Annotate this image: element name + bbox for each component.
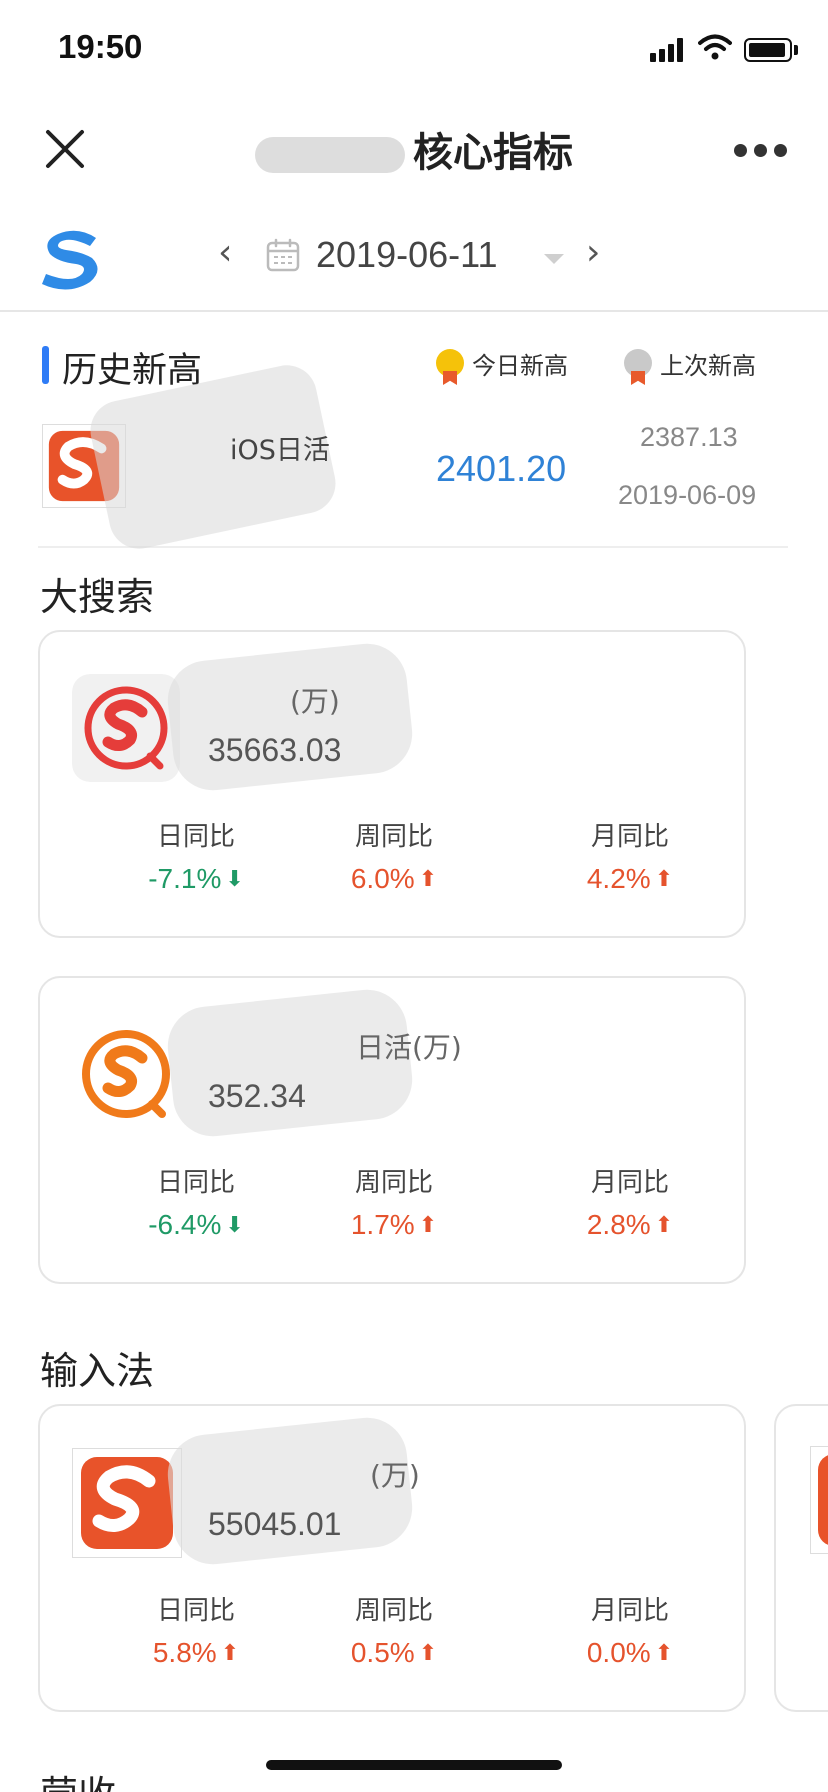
stat-label: 日同比 — [156, 1596, 235, 1626]
previous-date-button[interactable]: ‹ — [218, 232, 232, 273]
section-title-revenue: 营收 — [40, 1764, 116, 1792]
page-title-text: 核心指标 — [413, 130, 573, 176]
stat-label: 周同比 — [354, 1168, 433, 1198]
stat-label: 周同比 — [354, 1596, 433, 1626]
stat-value: 5.8% — [152, 1637, 217, 1668]
stat-value: 6.0% — [350, 863, 415, 894]
stat-label: 日同比 — [156, 822, 235, 852]
stat-month: 月同比 4.2% ⬆ — [530, 816, 730, 895]
arrow-down-icon: ⬇ — [225, 1212, 244, 1237]
stat-day: 日同比 5.8% ⬆ — [96, 1590, 296, 1669]
stat-value: -7.1% — [148, 863, 222, 894]
more-icon[interactable] — [734, 140, 788, 160]
stat-month: 月同比 0.0% ⬆ — [530, 1590, 730, 1669]
history-high-section: 历史新高 今日新高 上次新高 iOS日活 2401.20 2387.13 201… — [38, 312, 788, 555]
section-title-search: 大搜索 — [40, 575, 155, 619]
status-bar: 19:50 — [0, 0, 828, 100]
arrow-down-icon: ⬇ — [225, 866, 244, 891]
stat-label: 月同比 — [590, 822, 669, 852]
stat-week: 周同比 0.5% ⬆ — [294, 1590, 494, 1669]
sogou-input-app-icon — [72, 1448, 182, 1558]
silver-medal-icon — [624, 349, 654, 385]
sogou-browser-app-icon — [82, 1030, 170, 1118]
battery-icon — [744, 38, 792, 62]
gold-medal-icon — [436, 349, 466, 385]
arrow-up-icon: ⬆ — [418, 866, 438, 891]
sogou-input-app-icon — [810, 1446, 828, 1554]
arrow-up-icon: ⬆ — [418, 1640, 438, 1665]
history-high-title: 历史新高 — [62, 351, 203, 391]
stat-week: 周同比 6.0% ⬆ — [294, 816, 494, 895]
stat-value: 4.2% — [586, 863, 651, 894]
stat-day: 日同比 -7.1% ⬇ — [96, 816, 296, 895]
metric-value: 55045.01 — [208, 1506, 342, 1542]
sogou-logo-icon — [42, 230, 98, 290]
stat-label: 月同比 — [590, 1168, 669, 1198]
stat-value: 1.7% — [350, 1209, 415, 1240]
history-metric-name: iOS日活 — [230, 435, 330, 466]
date-picker[interactable]: 2019-06-11 — [316, 234, 497, 276]
stat-label: 日同比 — [156, 1168, 235, 1198]
page-title: 核心指标 — [0, 120, 828, 178]
arrow-up-icon: ⬆ — [654, 1212, 674, 1237]
arrow-up-icon: ⬆ — [654, 866, 674, 891]
legend-last: 上次新高 — [624, 346, 756, 385]
metric-card-peek[interactable] — [774, 1404, 828, 1712]
metric-label: 日活(万) — [356, 1031, 462, 1064]
date-bar: ‹ 2019-06-11 › — [0, 212, 828, 312]
stat-label: 周同比 — [354, 822, 433, 852]
arrow-up-icon: ⬆ — [220, 1640, 240, 1665]
stat-month: 月同比 2.8% ⬆ — [530, 1162, 730, 1241]
stat-week: 周同比 1.7% ⬆ — [294, 1162, 494, 1241]
metric-label: (万) — [290, 685, 340, 718]
section-title-input: 输入法 — [40, 1349, 155, 1393]
stat-value: 2.8% — [586, 1209, 651, 1240]
stat-day: 日同比 -6.4% ⬇ — [96, 1162, 296, 1241]
section-accent-bar — [42, 346, 49, 384]
calendar-icon — [266, 238, 300, 272]
stat-value: -6.4% — [148, 1209, 222, 1240]
metric-label: (万) — [370, 1459, 420, 1492]
status-time: 19:50 — [58, 28, 143, 65]
legend-last-label: 上次新高 — [660, 352, 756, 380]
legend-today-label: 今日新高 — [472, 352, 568, 380]
metric-card-search-dau[interactable]: 日活(万) 352.34 日同比 -6.4% ⬇ 周同比 1.7% ⬆ 月同比 2.… — [38, 976, 746, 1284]
history-last-value: 2387.13 — [640, 422, 738, 452]
metric-value: 352.34 — [208, 1078, 306, 1114]
sogou-search-app-icon — [72, 674, 180, 782]
history-last-date: 2019-06-09 — [618, 480, 757, 510]
chevron-down-icon[interactable] — [544, 254, 564, 264]
metric-card-input-total[interactable]: (万) 55045.01 日同比 5.8% ⬆ 周同比 0.5% ⬆ 月同比 0.0… — [38, 1404, 746, 1712]
battery-cap — [794, 45, 798, 55]
cellular-signal-icon — [650, 36, 688, 62]
arrow-up-icon: ⬆ — [418, 1212, 438, 1237]
arrow-up-icon: ⬆ — [654, 1640, 674, 1665]
stat-value: 0.0% — [586, 1637, 651, 1668]
nav-bar: 核心指标 — [0, 100, 828, 212]
redacted-blur — [255, 137, 405, 173]
stat-value: 0.5% — [350, 1637, 415, 1668]
page: 19:50 核心指标 ‹ 2019-06-11 › 历史新高 今日新高 上次新高… — [0, 0, 828, 1792]
metric-value: 35663.03 — [208, 732, 342, 768]
legend-today: 今日新高 — [436, 346, 568, 385]
wifi-icon — [698, 34, 732, 60]
stat-label: 月同比 — [590, 1596, 669, 1626]
next-date-button[interactable]: › — [586, 232, 600, 273]
home-indicator[interactable] — [266, 1760, 562, 1770]
history-today-value: 2401.20 — [436, 448, 567, 489]
metric-card-search-total[interactable]: (万) 35663.03 日同比 -7.1% ⬇ 周同比 6.0% ⬆ 月同比 4.… — [38, 630, 746, 938]
